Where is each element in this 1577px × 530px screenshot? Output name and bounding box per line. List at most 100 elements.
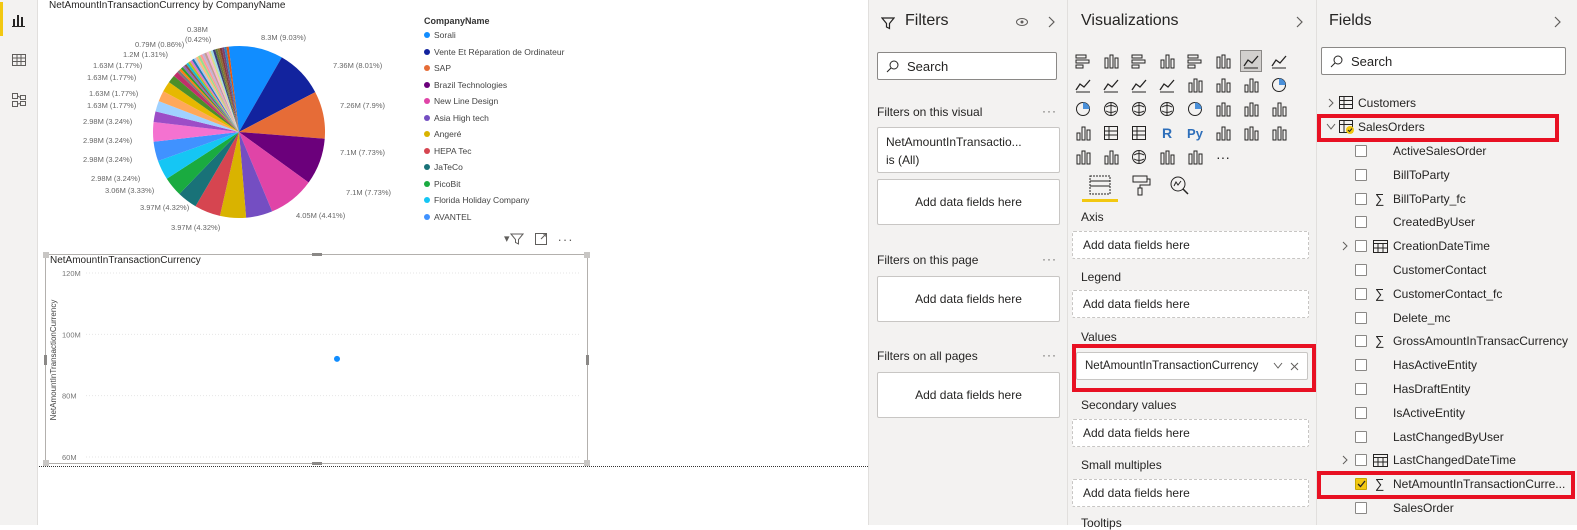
more-options-icon[interactable]: ··· [558,232,574,249]
field-item[interactable]: BillToParty [1317,163,1577,187]
treemap-icon[interactable] [1100,98,1122,120]
more-options-icon[interactable]: ··· [1042,348,1057,362]
scatter-point[interactable] [334,355,340,362]
axis-well[interactable]: Add data fields here [1072,231,1309,259]
clustered-column-icon[interactable] [1156,50,1178,72]
field-checkbox[interactable] [1355,145,1367,157]
field-item[interactable]: CreatedByUser [1317,210,1577,234]
field-item[interactable]: CustomerContact [1317,258,1577,282]
paginated-report-icon[interactable] [1072,146,1094,168]
fields-search-input[interactable]: Search [1321,47,1566,75]
legend-item[interactable]: PicoBit [424,177,460,191]
power-apps-icon[interactable] [1156,146,1178,168]
field-item[interactable]: HasActiveEntity [1317,353,1577,377]
add-all-pages-filter-well[interactable]: Add data fields here [877,372,1060,418]
table-icon[interactable] [1100,122,1122,144]
scatter-visual[interactable]: NetAmountInTransactionCurrency NetAmount… [43,252,590,466]
field-checkbox[interactable] [1355,311,1367,324]
field-item[interactable]: ActiveSalesOrder [1317,139,1577,163]
arcgis-map-icon[interactable] [1128,146,1150,168]
field-item[interactable]: ∑ BillToParty_fc [1317,187,1577,211]
legend-item[interactable]: Vente Et Réparation de Ordinateur [424,45,564,59]
more-options-icon[interactable]: ··· [1042,252,1057,266]
resize-handle[interactable] [312,253,322,256]
legend-item[interactable]: Sorali [424,28,456,42]
clustered-bar-icon[interactable] [1128,50,1150,72]
legend-item[interactable]: AVANTEL [424,210,471,224]
resize-handle[interactable] [586,355,589,365]
add-visual-filter-well[interactable]: Add data fields here [877,179,1060,225]
format-paintbrush-icon[interactable] [1130,174,1152,196]
data-view-button[interactable] [0,42,38,78]
field-item[interactable]: ∑ CustomerContact_fc [1317,282,1577,306]
field-item[interactable]: SalesOrder [1317,496,1577,520]
funnel-icon[interactable] [1212,74,1234,96]
legend-item[interactable]: New Line Design [424,94,498,108]
field-checkbox[interactable] [1355,240,1367,253]
decomposition-tree-icon[interactable] [1240,122,1262,144]
python-visual-icon[interactable]: Py [1184,122,1206,144]
add-page-filter-well[interactable]: Add data fields here [877,276,1060,322]
report-view-button[interactable] [0,2,38,38]
field-checkbox[interactable] [1355,454,1367,467]
pie-chart[interactable] [139,40,339,230]
model-view-button[interactable] [0,82,38,118]
field-checkbox[interactable] [1355,359,1367,372]
more-options-icon[interactable]: ··· [1042,104,1057,118]
matrix-icon[interactable] [1128,122,1150,144]
legend-item[interactable]: JaTeCo [424,160,463,174]
field-item[interactable]: HasDraftEntity [1317,377,1577,401]
scatter-icon[interactable] [1240,74,1262,96]
legend-item[interactable]: SAP [424,61,451,75]
resize-handle[interactable] [584,252,590,258]
gauge-icon[interactable] [1184,98,1206,120]
chevron-right-icon[interactable] [1327,98,1335,108]
eye-icon[interactable] [1015,16,1029,28]
field-item[interactable]: ∑ GrossAmountInTransacCurrency [1317,329,1577,353]
resize-handle[interactable] [312,462,322,465]
line-clustered-icon[interactable] [1128,74,1150,96]
chevron-right-icon[interactable] [1341,455,1349,465]
field-item[interactable]: IsActiveEntity [1317,401,1577,425]
line-chart-icon[interactable] [1240,50,1262,72]
kpi-icon[interactable] [1268,98,1290,120]
r-visual-icon[interactable]: R [1156,122,1178,144]
stacked-area-icon[interactable] [1072,74,1094,96]
line-column-icon[interactable] [1100,74,1122,96]
filters-search-input[interactable]: Search [877,52,1057,80]
field-checkbox[interactable] [1355,264,1367,276]
resize-handle[interactable] [44,355,47,365]
donut-icon[interactable] [1072,98,1094,120]
field-item[interactable]: Delete_mc [1317,306,1577,330]
filter-icon[interactable]: ▾ [504,232,524,249]
small-multiples-well[interactable]: Add data fields here [1072,479,1309,507]
ribbon-chart-icon[interactable] [1156,74,1178,96]
area-chart-icon[interactable] [1268,50,1290,72]
chevron-right-icon[interactable] [1047,16,1057,28]
field-checkbox[interactable] [1355,406,1367,419]
field-item[interactable]: CreationDateTime [1317,234,1577,258]
legend-well[interactable]: Add data fields here [1072,290,1309,318]
power-automate-icon[interactable] [1184,146,1206,168]
more-visuals-icon[interactable]: ··· [1212,146,1234,168]
multirow-card-icon[interactable] [1240,98,1262,120]
field-checkbox[interactable] [1355,168,1367,181]
field-checkbox[interactable] [1355,383,1367,395]
pie-icon[interactable] [1268,74,1290,96]
field-item[interactable]: LastChangedByUser [1317,425,1577,449]
stacked-column-icon[interactable] [1100,50,1122,72]
filled-map-icon[interactable] [1156,98,1178,120]
card-icon[interactable] [1212,98,1234,120]
resize-handle[interactable] [43,252,49,258]
legend-item[interactable]: Angeré [424,127,461,141]
field-checkbox[interactable] [1355,502,1367,514]
field-checkbox[interactable] [1355,287,1367,300]
field-checkbox[interactable] [1355,216,1367,229]
field-checkbox[interactable] [1355,430,1367,443]
key-influencers-icon[interactable] [1212,122,1234,144]
legend-item[interactable]: HEPA Tec [424,144,471,158]
map-icon[interactable] [1128,98,1150,120]
legend-item[interactable]: Brazil Technologies [424,78,507,92]
field-checkbox[interactable] [1355,335,1367,348]
smart-narrative-icon[interactable] [1100,146,1122,168]
